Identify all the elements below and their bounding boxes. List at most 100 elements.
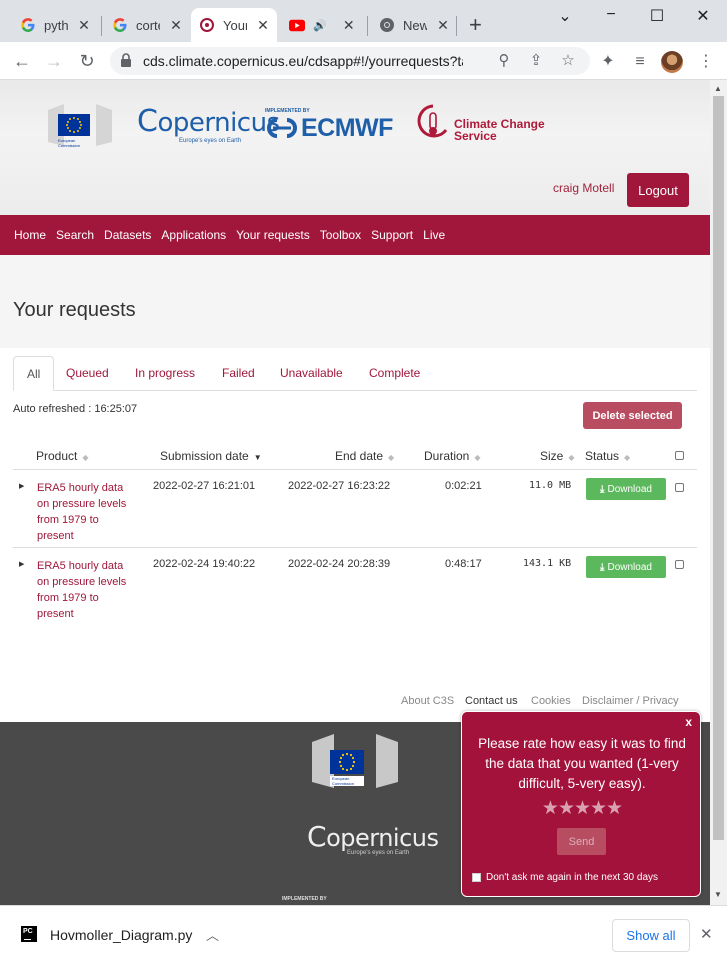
nav-live[interactable]: Live — [423, 228, 445, 242]
sort-desc-icon: ▼ — [253, 453, 262, 462]
browser-tab-4[interactable]: 🔊 ✕ — [281, 8, 363, 42]
browser-tab-1[interactable]: pytho ✕ — [12, 8, 98, 42]
footer-european-commission-logo[interactable]: European Commission — [310, 730, 400, 792]
forward-arrow-icon[interactable]: → — [42, 50, 66, 72]
browser-tab-5[interactable]: New ✕ — [371, 8, 457, 42]
media-control-icon[interactable]: ≡ — [630, 52, 650, 72]
close-popup-icon[interactable]: x — [685, 715, 692, 729]
zoom-icon[interactable]: ⚲ — [494, 51, 514, 71]
c3s-logo[interactable]: Climate Change Service — [416, 104, 546, 144]
share-icon[interactable]: ⇪ — [526, 51, 546, 71]
download-label: Download — [607, 483, 652, 495]
column-status-label: Status — [585, 449, 620, 463]
logout-button[interactable]: Logout — [627, 173, 689, 207]
send-button[interactable]: Send — [557, 828, 606, 855]
back-arrow-icon[interactable]: ← — [10, 50, 34, 72]
row-checkbox[interactable] — [675, 560, 684, 569]
new-tab-button[interactable]: + — [469, 14, 482, 36]
column-end-label: End date — [335, 449, 384, 463]
footer-link-contact[interactable]: Contact us — [465, 695, 518, 707]
duration: 0:02:21 — [445, 480, 482, 492]
ecmwf-mark-icon — [267, 118, 297, 138]
chevron-up-icon[interactable]: ︿ — [206, 925, 219, 944]
footer-eu-label: European Commission — [332, 776, 355, 786]
tab-all[interactable]: All — [13, 356, 55, 391]
nav-home[interactable]: Home — [14, 228, 46, 242]
footer-link-disclaimer[interactable]: Disclaimer / Privacy — [582, 695, 679, 707]
column-submission-date[interactable]: Submission date ▼ — [160, 449, 262, 463]
file-size: 143.1 KB — [523, 558, 572, 569]
extensions-puzzle-icon[interactable]: ✦ — [598, 52, 618, 72]
ecmwf-word: ECMWF — [301, 114, 393, 142]
request-filter-tabs: All Queued In progress Failed Unavailabl… — [13, 356, 697, 391]
tab-separator — [456, 16, 457, 36]
browser-tab-2[interactable]: corte ✕ — [104, 8, 190, 42]
tab-failed[interactable]: Failed — [209, 356, 268, 391]
close-tab-icon[interactable]: ✕ — [437, 17, 449, 34]
reload-icon[interactable]: ↻ — [75, 50, 99, 72]
maximize-icon[interactable]: ☐ — [642, 6, 672, 26]
nav-your-requests[interactable]: Your requests — [236, 228, 310, 242]
scroll-down-icon[interactable]: ▼ — [714, 890, 722, 899]
show-all-button[interactable]: Show all — [612, 919, 690, 952]
column-product[interactable]: Product ◆ — [36, 449, 89, 463]
nav-toolbox[interactable]: Toolbox — [320, 228, 361, 242]
tab-in-progress[interactable]: In progress — [122, 356, 208, 391]
close-tab-icon[interactable]: ✕ — [78, 17, 90, 34]
username-link[interactable]: craig Motell — [553, 181, 614, 195]
more-menu-icon[interactable]: ⋮ — [696, 52, 716, 72]
profile-avatar[interactable] — [661, 51, 683, 73]
auto-refreshed-text: Auto refreshed : 16:25:07 — [13, 403, 138, 415]
footer-copernicus-logo[interactable]: Copernicus Europe's eyes on Earth — [307, 820, 439, 856]
select-all-checkbox[interactable] — [675, 451, 684, 460]
nav-datasets[interactable]: Datasets — [104, 228, 151, 242]
downloaded-file-name[interactable]: Hovmoller_Diagram.py — [50, 927, 192, 943]
page-scrollbar[interactable]: ▲ ▼ — [710, 80, 727, 905]
address-bar[interactable]: cds.climate.copernicus.eu/cdsapp#!/yourr… — [110, 47, 590, 75]
tab-complete[interactable]: Complete — [356, 356, 433, 391]
browser-tab-active[interactable]: Your ✕ — [191, 8, 277, 42]
delete-selected-button[interactable]: Delete selected — [583, 402, 682, 429]
download-button[interactable]: ⤓ Download — [586, 478, 666, 500]
table-row: ▶ ERA5 hourly data on pressure levels fr… — [0, 470, 710, 547]
column-size[interactable]: Size ◆ — [540, 449, 575, 463]
scrollbar-thumb[interactable] — [713, 96, 724, 840]
expand-row-icon[interactable]: ▶ — [19, 560, 24, 568]
tab-unavailable[interactable]: Unavailable — [267, 356, 356, 391]
tab-separator — [101, 16, 102, 36]
row-checkbox[interactable] — [675, 483, 684, 492]
close-window-icon[interactable]: ✕ — [688, 6, 718, 26]
nav-search[interactable]: Search — [56, 228, 94, 242]
footer-link-cookies[interactable]: Cookies — [531, 695, 571, 707]
nav-support[interactable]: Support — [371, 228, 413, 242]
star-bookmark-icon[interactable]: ☆ — [558, 51, 578, 71]
footer-link-about[interactable]: About C3S — [401, 695, 454, 707]
column-duration-label: Duration — [424, 449, 470, 463]
ecmwf-logo[interactable]: IMPLEMENTED BY ECMWF — [265, 108, 400, 144]
browser-tab-strip: pytho ✕ corte ✕ Your ✕ 🔊 ✕ New ✕ + ⌄ − ☐… — [0, 0, 727, 42]
expand-row-icon[interactable]: ▶ — [19, 482, 24, 490]
download-button[interactable]: ⤓ Download — [586, 556, 666, 578]
copernicus-logo[interactable]: Copernicus Europe's eyes on Earth — [137, 104, 280, 144]
product-link[interactable]: ERA5 hourly data on pressure levels from… — [37, 480, 137, 544]
site-header: European Commission Copernicus Europe's … — [0, 80, 710, 215]
nav-applications[interactable]: Applications — [161, 228, 226, 242]
product-link[interactable]: ERA5 hourly data on pressure levels from… — [37, 558, 137, 622]
tab-queued[interactable]: Queued — [53, 356, 122, 391]
european-commission-logo[interactable]: European Commission — [44, 100, 116, 150]
dont-ask-option[interactable]: Don't ask me again in the next 30 days — [472, 872, 658, 883]
close-download-bar-icon[interactable]: ✕ — [700, 925, 713, 943]
dont-ask-checkbox[interactable] — [472, 873, 481, 882]
sort-icon: ◆ — [474, 453, 481, 462]
close-tab-icon[interactable]: ✕ — [343, 17, 355, 34]
google-icon — [112, 17, 128, 33]
close-tab-icon[interactable]: ✕ — [170, 17, 182, 34]
close-tab-icon[interactable]: ✕ — [257, 17, 269, 34]
column-duration[interactable]: Duration ◆ — [424, 449, 481, 463]
minimize-icon[interactable]: − — [596, 6, 626, 24]
column-end-date[interactable]: End date ◆ — [335, 449, 394, 463]
scroll-up-icon[interactable]: ▲ — [714, 84, 722, 93]
tab-search-chevron-icon[interactable]: ⌄ — [550, 6, 580, 26]
star-rating[interactable]: ★★★★★ — [462, 797, 702, 820]
column-status[interactable]: Status ◆ — [585, 449, 630, 463]
